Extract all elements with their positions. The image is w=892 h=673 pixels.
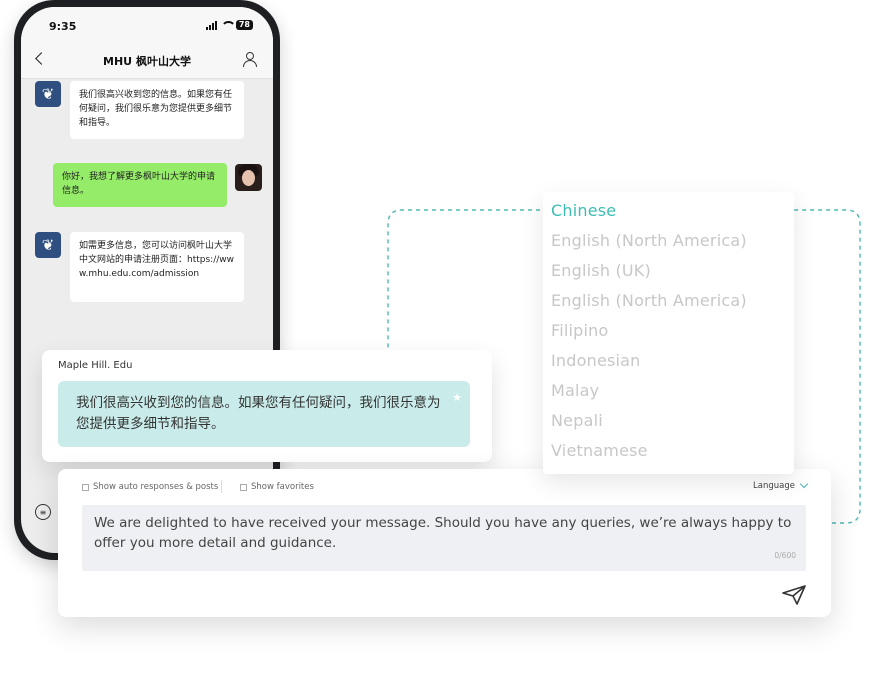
- show-auto-responses-option[interactable]: Show auto responses & posts: [82, 482, 218, 492]
- chat-message-user: 你好，我想了解更多枫叶山大学的申请信息。: [53, 163, 227, 207]
- message-input[interactable]: We are delighted to have received your m…: [82, 505, 806, 571]
- show-favorites-checkbox[interactable]: [240, 483, 247, 491]
- chat-message-university: 我们很高兴收到您的信息。如果您有任何疑问，我们很乐意为您提供更多细节和指导。: [70, 81, 244, 139]
- language-option-english-uk[interactable]: English (UK): [551, 261, 651, 280]
- translated-message-panel: Maple Hill. Edu 我们很高兴收到您的信息。如果您有任何疑问，我们很…: [42, 350, 492, 462]
- wifi-icon: [220, 20, 236, 30]
- translated-message-bubble: 我们很高兴收到您的信息。如果您有任何疑问，我们很乐意为您提供更多细节和指导。 ★: [58, 381, 470, 447]
- language-option-english-na[interactable]: English (North America): [551, 231, 747, 250]
- language-option-english-na[interactable]: English (North America): [551, 291, 747, 310]
- translated-message-text: 我们很高兴收到您的信息。如果您有任何疑问，我们很乐意为您提供更多细节和指导。: [76, 395, 441, 432]
- language-option-vietnamese[interactable]: Vietnamese: [551, 441, 648, 460]
- university-avatar[interactable]: ❦: [35, 81, 61, 107]
- message-input-text: We are delighted to have received your m…: [94, 515, 792, 551]
- language-option-filipino[interactable]: Filipino: [551, 321, 609, 340]
- language-select[interactable]: Language: [753, 479, 809, 491]
- star-icon[interactable]: ★: [452, 387, 462, 408]
- show-favorites-option[interactable]: Show favorites: [240, 482, 314, 492]
- signal-icon: [205, 20, 217, 30]
- language-option-indonesian[interactable]: Indonesian: [551, 351, 641, 370]
- character-counter: 0/600: [774, 551, 796, 560]
- user-avatar[interactable]: [235, 164, 262, 191]
- profile-icon[interactable]: [243, 52, 257, 67]
- options-divider: [221, 480, 222, 493]
- send-icon[interactable]: [781, 584, 807, 606]
- sender-name: Maple Hill. Edu: [58, 360, 133, 371]
- language-option-malay[interactable]: Malay: [551, 381, 599, 400]
- language-option-chinese[interactable]: Chinese: [551, 201, 616, 220]
- show-auto-responses-checkbox[interactable]: [82, 483, 89, 491]
- university-avatar[interactable]: ❦: [35, 232, 61, 258]
- show-auto-responses-label: Show auto responses & posts: [93, 482, 219, 492]
- reply-composer: Show auto responses & posts Show favorit…: [58, 469, 831, 617]
- status-bar: 9:35 78: [21, 7, 273, 41]
- voice-input-icon[interactable]: ≡: [35, 504, 51, 520]
- language-option-nepali[interactable]: Nepali: [551, 411, 603, 430]
- language-dropdown: Chinese English (North America) English …: [543, 192, 794, 474]
- chevron-down-icon: [799, 479, 809, 489]
- language-select-label: Language: [753, 481, 795, 491]
- chat-message-university: 如需更多信息，您可以访问枫叶山大学中文网站的申请注册页面：https://www…: [70, 232, 244, 302]
- battery-icon: 78: [235, 20, 253, 30]
- show-favorites-label: Show favorites: [251, 482, 314, 492]
- status-time: 9:35: [49, 20, 77, 33]
- chat-title: MHU 枫叶山大学: [103, 55, 191, 68]
- chat-header: MHU 枫叶山大学: [21, 41, 273, 79]
